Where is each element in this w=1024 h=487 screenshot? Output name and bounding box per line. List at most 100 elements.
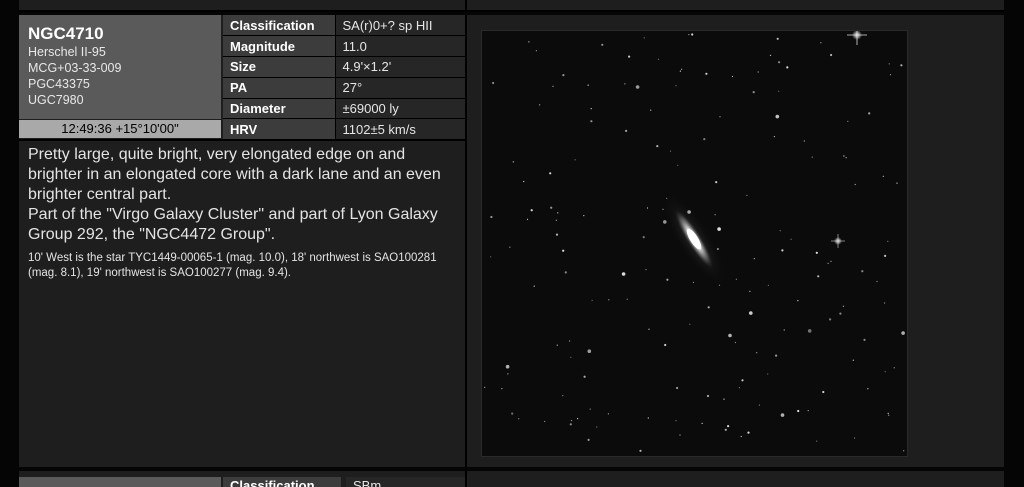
properties-table: Classification SA(r)0+? sp HII Magnitude… xyxy=(223,15,465,140)
star xyxy=(526,218,529,220)
star xyxy=(650,109,652,111)
property-key: Magnitude xyxy=(223,35,336,57)
star xyxy=(854,183,856,186)
star xyxy=(845,157,847,159)
star xyxy=(829,318,832,321)
star xyxy=(512,161,514,163)
property-value: 11.0 xyxy=(335,35,465,57)
property-key: HRV xyxy=(223,118,336,140)
star xyxy=(790,238,792,240)
star xyxy=(562,395,564,397)
divider xyxy=(465,0,467,10)
star xyxy=(781,249,784,252)
star xyxy=(509,246,511,248)
star xyxy=(507,373,509,375)
star xyxy=(492,81,495,85)
star xyxy=(816,440,818,442)
star xyxy=(803,140,805,142)
star xyxy=(707,306,710,309)
star xyxy=(753,258,755,260)
star xyxy=(626,298,628,300)
star xyxy=(888,63,890,65)
star xyxy=(767,284,769,286)
star xyxy=(564,271,567,274)
star xyxy=(511,412,514,415)
star xyxy=(882,175,884,177)
star xyxy=(562,249,565,252)
star xyxy=(681,68,683,70)
property-row: Magnitude 11.0 xyxy=(223,35,465,57)
star xyxy=(555,219,557,221)
divider xyxy=(19,139,465,141)
star xyxy=(817,275,820,278)
star xyxy=(687,210,691,214)
star xyxy=(587,84,589,86)
star xyxy=(577,418,579,420)
next-property-value: SBm xyxy=(346,477,465,487)
star xyxy=(663,220,667,224)
star xyxy=(544,420,546,423)
star xyxy=(779,230,781,232)
star xyxy=(807,329,812,333)
star xyxy=(867,388,869,390)
star xyxy=(530,209,533,212)
star xyxy=(887,240,889,242)
star xyxy=(811,156,813,158)
star xyxy=(648,328,650,330)
star xyxy=(688,34,690,36)
star xyxy=(876,280,878,283)
star xyxy=(643,37,645,39)
star xyxy=(645,269,647,271)
star xyxy=(621,272,626,276)
star xyxy=(863,338,866,341)
star xyxy=(896,182,898,184)
star xyxy=(861,270,864,273)
star xyxy=(587,349,592,354)
star xyxy=(775,354,778,357)
star xyxy=(528,41,530,43)
next-entry-strip: Classification SBm xyxy=(19,471,1004,487)
next-name-box xyxy=(19,477,221,487)
property-value: SA(r)0+? sp HII xyxy=(335,15,465,37)
star xyxy=(749,311,753,315)
star xyxy=(727,425,730,428)
star xyxy=(691,33,694,36)
star xyxy=(735,278,737,280)
star xyxy=(635,85,640,89)
star xyxy=(490,256,492,258)
star xyxy=(769,54,772,56)
star xyxy=(868,112,871,115)
divider xyxy=(465,471,467,487)
info-column: NGC4710 Herschel II-95 MCG+03-33-009 PGC… xyxy=(19,15,467,467)
property-row: Classification SA(r)0+? sp HII xyxy=(223,15,465,37)
star xyxy=(675,420,677,422)
star xyxy=(780,413,785,417)
star xyxy=(677,164,679,166)
star xyxy=(523,180,525,183)
star xyxy=(716,247,719,251)
star xyxy=(884,302,886,304)
star xyxy=(657,58,660,60)
star xyxy=(827,262,829,264)
star xyxy=(847,120,849,122)
star xyxy=(689,323,691,325)
object-entry: NGC4710 Herschel II-95 MCG+03-33-009 PGC… xyxy=(19,15,1004,467)
star xyxy=(664,343,667,347)
star xyxy=(889,74,892,76)
star xyxy=(884,254,887,257)
star xyxy=(706,394,710,398)
object-name-box: NGC4710 Herschel II-95 MCG+03-33-009 PGC… xyxy=(19,15,221,119)
star xyxy=(679,70,681,72)
star xyxy=(549,172,552,175)
star xyxy=(738,387,740,389)
description: Pretty large, quite bright, very elongat… xyxy=(28,145,458,281)
star xyxy=(569,423,572,426)
star xyxy=(776,37,779,40)
star xyxy=(557,212,559,214)
star xyxy=(701,422,703,424)
star xyxy=(783,329,785,331)
star xyxy=(484,386,486,388)
star xyxy=(656,145,659,148)
star xyxy=(533,285,535,287)
star xyxy=(786,66,789,69)
